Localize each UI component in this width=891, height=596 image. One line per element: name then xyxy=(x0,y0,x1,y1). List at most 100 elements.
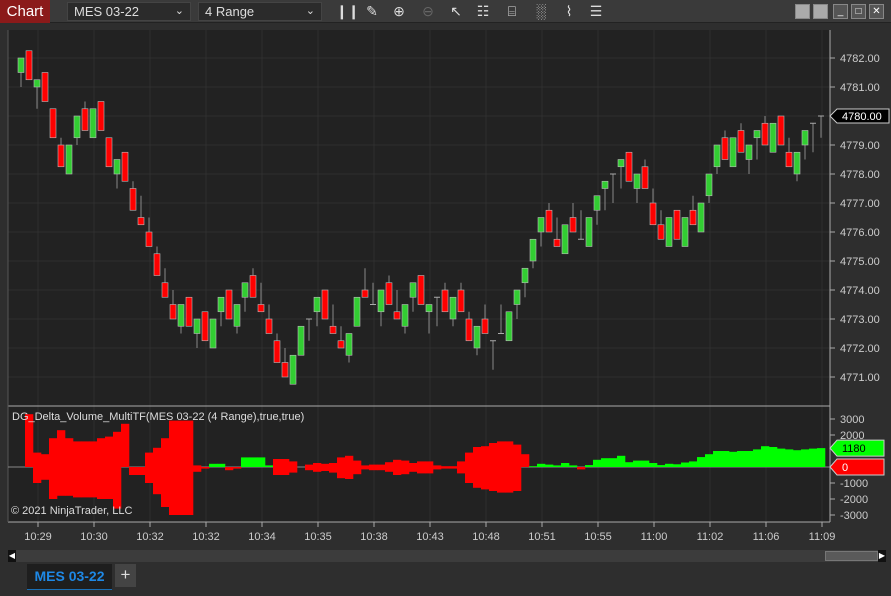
delta-label: -2000 xyxy=(840,494,868,506)
delta-bar-down xyxy=(401,467,410,475)
price-label: 4771.00 xyxy=(840,372,880,384)
minimize-button[interactable]: _ xyxy=(833,4,848,19)
price-label: 4781.00 xyxy=(840,82,880,94)
delta-bar-positive xyxy=(673,464,682,467)
candle-up xyxy=(529,238,537,262)
drawing-tool-icon[interactable]: ✎ xyxy=(362,2,382,21)
delta-bar-up xyxy=(313,463,322,467)
instrument-selector[interactable]: MES 03-22 ⌄ xyxy=(67,2,191,21)
candle-down xyxy=(337,340,345,349)
candle-up xyxy=(449,296,457,320)
delta-bar-down xyxy=(57,467,66,496)
close-button[interactable]: ✕ xyxy=(869,4,884,19)
delta-bar-positive xyxy=(537,463,546,467)
candle-down xyxy=(185,296,193,327)
candle-down xyxy=(49,108,57,139)
data-box-icon[interactable]: ☷ xyxy=(473,2,493,21)
candle-down xyxy=(329,325,337,334)
delta-bar-down xyxy=(105,467,114,499)
copyright-text: © 2021 NinjaTrader, LLC xyxy=(11,505,132,517)
candle-down xyxy=(385,282,393,305)
delta-bar-down xyxy=(393,467,402,475)
candle-down xyxy=(545,209,553,233)
delta-label: -3000 xyxy=(840,510,868,522)
time-label: 11:06 xyxy=(753,531,780,543)
candle-up xyxy=(33,79,41,88)
delta-bar-down xyxy=(353,467,362,475)
delta-bar-down xyxy=(161,467,170,507)
delta-bar-positive xyxy=(761,446,770,467)
delta-bar-up xyxy=(57,430,66,467)
candle-down xyxy=(225,289,233,320)
bar-type-icon[interactable]: ❙❙ xyxy=(336,2,359,21)
price-label: 4773.00 xyxy=(840,314,880,326)
delta-bar-up xyxy=(161,438,170,467)
delta-bar-down xyxy=(153,467,162,495)
zoom-out-icon[interactable]: ⊖ xyxy=(418,2,438,21)
delta-bar-positive xyxy=(705,454,714,467)
delta-label: 3000 xyxy=(840,414,864,426)
delta-bar-down xyxy=(137,467,146,475)
delta-bar-up xyxy=(449,466,458,467)
delta-bar-positive xyxy=(801,449,810,467)
candle-down xyxy=(137,217,145,226)
delta-bar-down xyxy=(513,467,522,491)
candle-down xyxy=(657,224,665,240)
delta-bar-down xyxy=(177,467,186,515)
delta-bar-positive xyxy=(529,466,538,467)
indicators-icon[interactable]: ░ xyxy=(531,2,551,21)
bar-type-selector[interactable]: 4 Range ⌄ xyxy=(198,2,322,21)
delta-bar-down xyxy=(433,467,442,470)
candle-up xyxy=(345,333,353,356)
delta-bar-up xyxy=(513,444,522,467)
price-label: 4778.00 xyxy=(840,169,880,181)
candle-up xyxy=(505,311,513,342)
delta-bar-positive xyxy=(241,457,250,467)
scrollbar-thumb[interactable] xyxy=(825,551,878,561)
pointer-icon[interactable]: ↖ xyxy=(446,2,466,21)
window-tile-button-2[interactable] xyxy=(813,4,828,19)
zoom-in-icon[interactable]: ⊕ xyxy=(389,2,409,21)
candle-down xyxy=(257,304,265,313)
delta-bar-down xyxy=(441,467,450,469)
time-label: 10:35 xyxy=(304,531,332,543)
maximize-button[interactable]: □ xyxy=(851,4,866,19)
delta-bar-positive xyxy=(729,451,738,467)
candle-up xyxy=(665,217,673,247)
chart-menu-button[interactable]: Chart xyxy=(0,0,50,23)
window-tile-button[interactable] xyxy=(795,4,810,19)
time-label: 10:30 xyxy=(80,531,108,543)
candle-down xyxy=(553,238,561,247)
delta-bar-down xyxy=(145,467,154,483)
delta-bar-positive xyxy=(257,457,266,467)
tab-mes-03-22[interactable]: MES 03-22 xyxy=(27,564,112,590)
candle-down xyxy=(465,318,473,342)
candle-up xyxy=(513,289,521,305)
add-tab-button[interactable]: + xyxy=(115,564,136,587)
strategies-icon[interactable]: ⌇ xyxy=(559,2,579,21)
delta-bar-up xyxy=(49,438,58,467)
time-label: 11:09 xyxy=(809,531,836,543)
candle-down xyxy=(169,304,177,320)
candle-down xyxy=(145,231,153,247)
delta-down-marker xyxy=(829,458,885,476)
candle-down xyxy=(625,151,633,182)
delta-bar-positive xyxy=(249,457,258,467)
candle-up xyxy=(113,159,121,175)
scroll-right-arrow-icon[interactable]: ▶ xyxy=(878,550,886,562)
delta-bar-down xyxy=(225,467,234,471)
delta-bar-down xyxy=(577,467,586,470)
chart-trader-icon[interactable]: ⌸ xyxy=(502,2,522,21)
candle-up xyxy=(241,282,249,298)
delta-bar-down xyxy=(361,467,370,470)
properties-icon[interactable]: ☰ xyxy=(586,2,606,21)
delta-bar-down xyxy=(73,467,82,498)
chart-canvas[interactable]: 4782.00 4781.00 4779.00 4778.00 4777.00 4776.… xyxy=(0,24,891,550)
price-label: 4777.00 xyxy=(840,198,880,210)
delta-bar-up xyxy=(305,464,314,467)
delta-down-value: 0 xyxy=(842,462,848,474)
horizontal-scrollbar[interactable]: ◀ ▶ xyxy=(8,550,886,562)
delta-bar-positive xyxy=(625,462,634,467)
scroll-left-arrow-icon[interactable]: ◀ xyxy=(8,550,16,562)
candle-up xyxy=(65,144,73,175)
